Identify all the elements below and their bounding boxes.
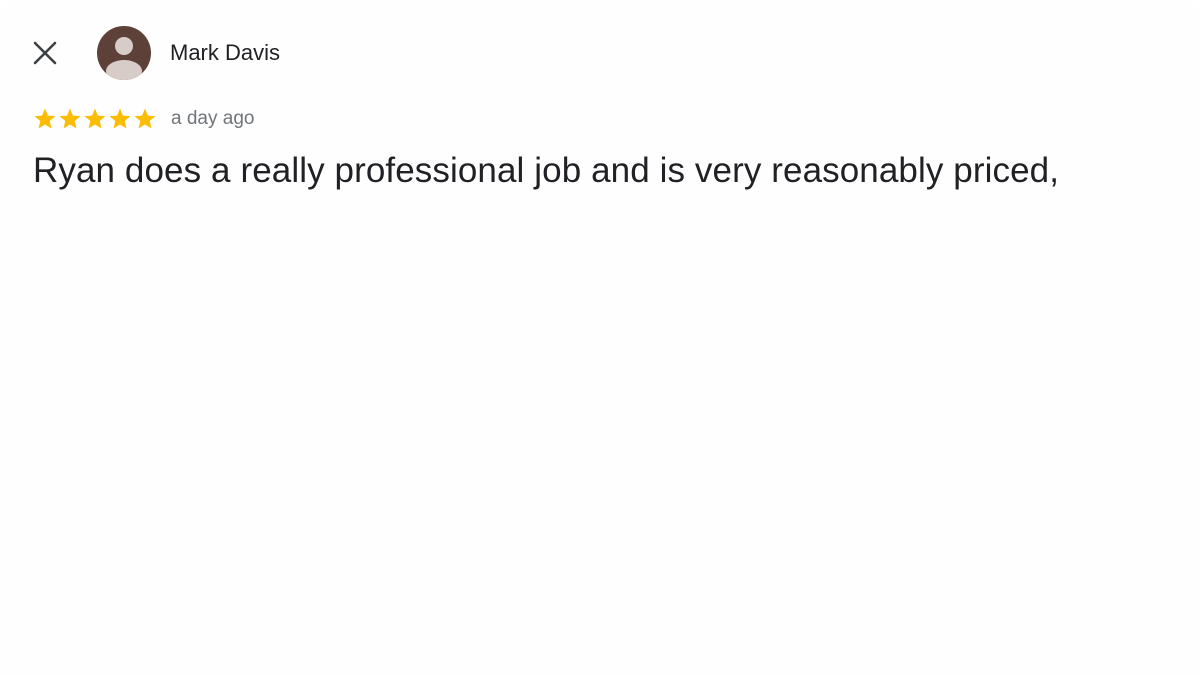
star-icon [84,108,106,129]
star-rating [33,107,157,131]
star-icon [134,108,156,129]
reviewer-name[interactable]: Mark Davis [170,40,280,66]
avatar[interactable] [97,26,151,80]
review-timestamp: a day ago [171,108,255,129]
star-icon [109,108,131,129]
star-icon [59,108,81,129]
star-icon [34,108,56,129]
close-button[interactable] [26,34,64,72]
review-dialog: Mark Davis a day ago Ryan does a really … [0,0,1200,675]
close-icon [33,41,57,65]
rating-row: a day ago [33,104,254,134]
person-icon [106,37,142,80]
review-text: Ryan does a really professional job and … [33,151,1060,190]
